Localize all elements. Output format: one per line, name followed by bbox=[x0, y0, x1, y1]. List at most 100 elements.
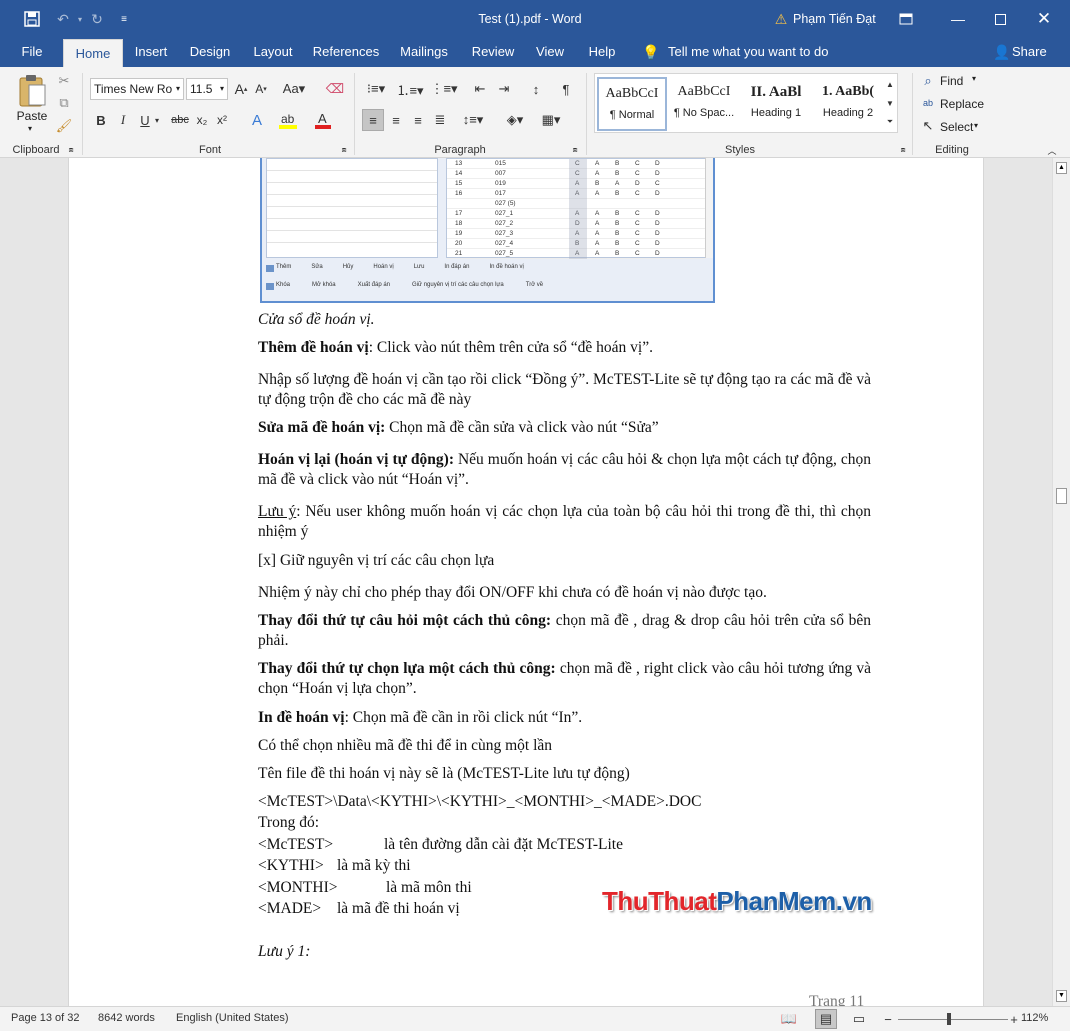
justify-icon[interactable]: ≣ bbox=[430, 109, 450, 131]
tab-design[interactable]: Design bbox=[183, 38, 237, 68]
font-name-dropdown[interactable]: Times New Ro ▾ bbox=[90, 78, 184, 100]
style-heading-1[interactable]: II. AaBl Heading 1 bbox=[741, 77, 811, 131]
shading-icon[interactable]: ◈▾ bbox=[500, 109, 530, 131]
tab-home[interactable]: Home bbox=[63, 39, 123, 69]
undo-icon[interactable]: ↶ bbox=[52, 0, 74, 38]
customize-qat-icon[interactable]: ≡ bbox=[116, 0, 132, 38]
redo-icon[interactable]: ↻ bbox=[86, 0, 108, 38]
copy-icon[interactable]: ⧉ bbox=[55, 94, 73, 112]
grow-font-icon[interactable]: A ▴ bbox=[232, 79, 250, 99]
increase-indent-icon[interactable]: ⇥ bbox=[494, 79, 514, 99]
select-cursor-icon[interactable]: ↖ bbox=[920, 118, 936, 134]
align-left-icon[interactable]: ≡ bbox=[362, 109, 384, 131]
line-spacing-icon[interactable]: ↕≡▾ bbox=[458, 109, 488, 131]
scroll-thumb[interactable] bbox=[1056, 488, 1067, 504]
zoom-level[interactable]: 112% bbox=[1021, 1012, 1048, 1024]
maximize-icon[interactable] bbox=[982, 0, 1018, 38]
superscript-button[interactable]: x² bbox=[214, 110, 230, 130]
zoom-slider[interactable] bbox=[898, 1019, 1008, 1020]
bullets-icon[interactable]: ⁝≡▾ bbox=[362, 79, 390, 99]
collapse-ribbon-icon[interactable]: ︿ bbox=[1046, 145, 1058, 156]
chevron-down-icon: ▾ bbox=[219, 84, 224, 93]
styles-launcher-icon[interactable]: ⧈ bbox=[898, 145, 908, 155]
tab-references[interactable]: References bbox=[310, 38, 382, 68]
tab-review[interactable]: Review bbox=[466, 38, 520, 68]
zoom-slider-thumb[interactable] bbox=[947, 1013, 951, 1025]
styles-more-icon[interactable]: ⏷ bbox=[884, 113, 896, 131]
styles-scroll-up-icon[interactable]: ▲ bbox=[884, 75, 896, 93]
underline-button[interactable]: U bbox=[137, 110, 153, 130]
clear-formatting-icon[interactable]: ⌫ bbox=[324, 79, 346, 99]
document-page[interactable]: 13 015 C A B C D 14 007 C A B C D 15 019 A B A D C 16 017 A A B C D… bbox=[68, 158, 984, 1006]
tab-layout[interactable]: Layout bbox=[246, 38, 300, 68]
style-name: ¶ No Spac... bbox=[673, 107, 735, 119]
web-layout-icon[interactable]: ▭ bbox=[850, 1010, 868, 1028]
align-right-icon[interactable]: ≡ bbox=[408, 109, 428, 131]
underline-dropdown-icon[interactable]: ▾ bbox=[152, 110, 162, 130]
style-heading-2[interactable]: 1. AaBb( Heading 2 bbox=[813, 77, 883, 131]
minimize-icon[interactable]: — bbox=[940, 0, 976, 38]
borders-icon[interactable]: ▦▾ bbox=[536, 109, 566, 131]
scroll-up-icon[interactable]: ▲ bbox=[1056, 162, 1067, 174]
page-count[interactable]: Page 13 of 32 bbox=[11, 1012, 80, 1024]
cut-icon[interactable]: ✂ bbox=[55, 72, 73, 90]
word-count[interactable]: 8642 words bbox=[98, 1012, 155, 1024]
clipboard-launcher-icon[interactable]: ⧈ bbox=[66, 145, 76, 155]
tab-mailings[interactable]: Mailings bbox=[395, 38, 453, 68]
find-icon[interactable]: ⌕ bbox=[920, 73, 936, 89]
highlight-color-icon[interactable]: ab bbox=[276, 110, 300, 130]
tab-insert[interactable]: Insert bbox=[126, 38, 176, 68]
subscript-button[interactable]: x₂ bbox=[194, 110, 210, 130]
print-layout-icon[interactable]: ▤ bbox=[815, 1009, 837, 1029]
replace-button[interactable]: Replace bbox=[940, 97, 984, 111]
paragraph-launcher-icon[interactable]: ⧈ bbox=[570, 145, 580, 155]
embedded-button: Mở khóa bbox=[312, 282, 336, 288]
tell-me-box[interactable]: Tell me what you want to do bbox=[668, 38, 838, 68]
language[interactable]: English (United States) bbox=[176, 1012, 289, 1024]
italic-button[interactable]: I bbox=[115, 110, 131, 130]
style-normal[interactable]: AaBbCcI ¶ Normal bbox=[597, 77, 667, 131]
zoom-in-icon[interactable]: + bbox=[1008, 1010, 1020, 1028]
show-marks-icon[interactable]: ¶ bbox=[556, 79, 576, 99]
font-color-icon[interactable]: A bbox=[312, 110, 334, 130]
replace-icon[interactable]: ab bbox=[920, 95, 936, 111]
embedded-cell: 015 bbox=[495, 160, 506, 167]
tab-file[interactable]: File bbox=[14, 38, 50, 68]
styles-scroll-down-icon[interactable]: ▼ bbox=[884, 94, 896, 112]
zoom-out-icon[interactable]: − bbox=[882, 1010, 894, 1028]
separator bbox=[82, 73, 83, 155]
embedded-button: Hủy bbox=[342, 264, 354, 270]
sort-icon[interactable]: ↕ bbox=[526, 79, 546, 99]
strikethrough-button[interactable]: abc bbox=[168, 110, 192, 130]
read-mode-icon[interactable]: 📖 bbox=[780, 1010, 798, 1028]
format-painter-icon[interactable]: 🖌 bbox=[55, 117, 73, 135]
change-case-icon[interactable]: Aa▾ bbox=[280, 79, 308, 99]
tab-view[interactable]: View bbox=[532, 38, 568, 68]
ribbon-display-icon[interactable] bbox=[893, 0, 919, 38]
save-icon[interactable] bbox=[18, 0, 46, 38]
undo-dropdown-icon[interactable]: ▾ bbox=[74, 0, 86, 38]
decrease-indent-icon[interactable]: ⇤ bbox=[470, 79, 490, 99]
shrink-font-icon[interactable]: A ▾ bbox=[252, 79, 270, 99]
scroll-down-icon[interactable]: ▼ bbox=[1056, 990, 1067, 1002]
font-launcher-icon[interactable]: ⧈ bbox=[339, 145, 349, 155]
user-name[interactable]: Phạm Tiến Đạt bbox=[793, 0, 883, 38]
select-dropdown-icon[interactable]: ▾ bbox=[974, 121, 978, 130]
paste-dropdown-icon[interactable]: ▾ bbox=[28, 124, 32, 133]
tab-help[interactable]: Help bbox=[584, 38, 620, 68]
multilevel-list-icon[interactable]: ⋮≡▾ bbox=[430, 79, 458, 99]
font-size-dropdown[interactable]: 11.5 ▾ bbox=[186, 78, 228, 100]
bold-button[interactable]: B bbox=[93, 110, 109, 130]
find-dropdown-icon[interactable]: ▾ bbox=[972, 74, 976, 83]
select-button[interactable]: Select bbox=[940, 120, 973, 134]
close-icon[interactable]: ✕ bbox=[1026, 0, 1062, 38]
style-no-spacing[interactable]: AaBbCcI ¶ No Spac... bbox=[669, 77, 739, 131]
align-center-icon[interactable]: ≡ bbox=[386, 109, 406, 131]
text-effects-icon[interactable]: A bbox=[246, 110, 268, 130]
paste-icon[interactable] bbox=[14, 71, 50, 111]
find-button[interactable]: Find bbox=[940, 74, 963, 88]
share-button[interactable]: Share bbox=[1012, 38, 1047, 68]
numbering-icon[interactable]: ⒈≡▾ bbox=[396, 79, 424, 99]
vertical-scrollbar[interactable]: ▲ ▼ bbox=[1052, 158, 1070, 1006]
paste-label[interactable]: Paste bbox=[12, 109, 52, 123]
